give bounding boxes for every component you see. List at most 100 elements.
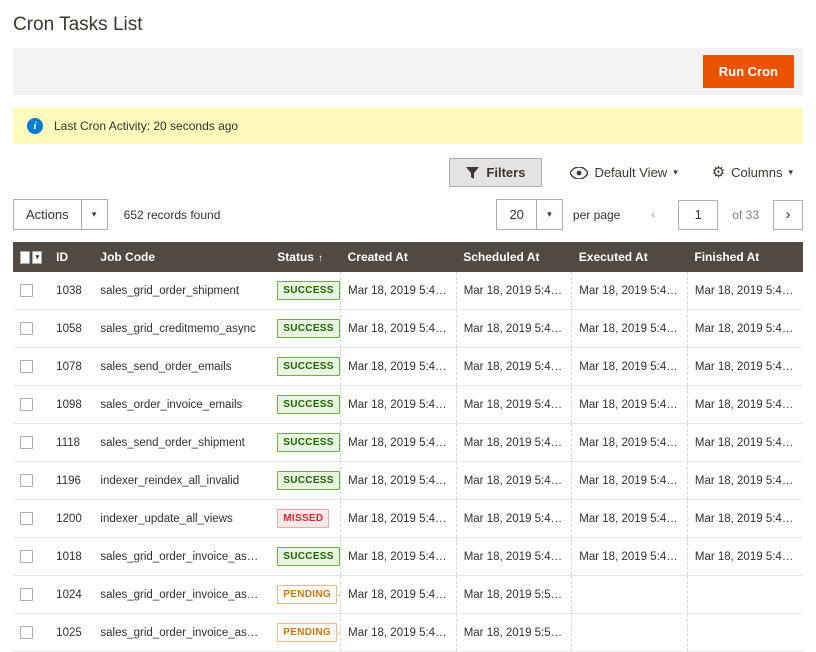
column-header-scheduled-at[interactable]: Scheduled At [456, 242, 572, 272]
row-status-cell: PENDING [270, 614, 340, 652]
table-row[interactable]: 1018 sales_grid_order_invoice_async SUCC… [13, 538, 803, 576]
row-checkbox[interactable] [20, 550, 33, 563]
column-header-label: Created At [348, 250, 408, 264]
row-job-code: sales_grid_order_shipment [93, 272, 270, 310]
column-header-executed-at[interactable]: Executed At [572, 242, 688, 272]
row-checkbox-cell [13, 348, 49, 386]
last-cron-activity-notice: i Last Cron Activity: 20 seconds ago [13, 108, 803, 144]
row-finished-at [687, 614, 803, 652]
row-checkbox[interactable] [20, 360, 33, 373]
page-actions-toolbar: Run Cron [13, 48, 803, 95]
eye-icon [570, 167, 588, 179]
actions-select-caret: ▾ [81, 200, 107, 229]
row-job-code: sales_order_invoice_emails [93, 386, 270, 424]
column-header-status[interactable]: Status↑ [270, 242, 340, 272]
next-page-button[interactable]: › [773, 200, 803, 230]
row-job-code: sales_grid_creditmemo_async [93, 310, 270, 348]
table-row[interactable]: 1196 indexer_reindex_all_invalid SUCCESS… [13, 462, 803, 500]
row-job-code: indexer_update_all_views [93, 500, 270, 538]
row-created-at: Mar 18, 2019 5:47:13 AM [341, 500, 457, 538]
table-row[interactable]: 1118 sales_send_order_shipment SUCCESS M… [13, 424, 803, 462]
row-status-cell: MISSED [270, 500, 340, 538]
row-status-cell: PENDING [270, 576, 340, 614]
row-executed-at: Mar 18, 2019 5:47:20 AM [572, 272, 688, 310]
cron-tasks-table: ▾ ID Job Code Status↑ Created At Schedul… [13, 242, 803, 652]
per-page-value: 20 [497, 200, 535, 229]
table-row[interactable]: 1098 sales_order_invoice_emails SUCCESS … [13, 386, 803, 424]
row-finished-at: Mar 18, 2019 5:47:21 AM [687, 462, 803, 500]
row-executed-at: Mar 18, 2019 5:47:20 AM [572, 538, 688, 576]
row-checkbox[interactable] [20, 626, 33, 639]
row-job-code: indexer_reindex_all_invalid [93, 462, 270, 500]
column-header-label: Scheduled At [463, 250, 539, 264]
pagination-group: 20 ▾ per page ‹ of 33 › [496, 199, 803, 230]
row-checkbox[interactable] [20, 398, 33, 411]
row-checkbox[interactable] [20, 474, 33, 487]
row-scheduled-at: Mar 18, 2019 5:47:00 AM [456, 310, 572, 348]
row-checkbox[interactable] [20, 512, 33, 525]
run-cron-button[interactable]: Run Cron [703, 55, 794, 88]
select-all-dropdown[interactable]: ▾ [32, 251, 42, 264]
row-checkbox-cell [13, 386, 49, 424]
row-checkbox[interactable] [20, 588, 33, 601]
cron-tasks-page: Cron Tasks List Run Cron i Last Cron Act… [0, 0, 816, 652]
row-checkbox-cell [13, 272, 49, 310]
row-checkbox-cell [13, 310, 49, 348]
per-page-label: per page [573, 208, 620, 222]
filters-button[interactable]: Filters [449, 158, 542, 187]
row-created-at: Mar 18, 2019 5:47:11 AM [341, 614, 457, 652]
row-finished-at [687, 576, 803, 614]
row-job-code: sales_send_order_shipment [93, 424, 270, 462]
row-checkbox-cell [13, 424, 49, 462]
row-checkbox[interactable] [20, 284, 33, 297]
info-icon: i [27, 118, 43, 134]
row-executed-at: Mar 18, 2019 5:47:20 AM [572, 386, 688, 424]
table-row[interactable]: 1200 indexer_update_all_views MISSED Mar… [13, 500, 803, 538]
chevron-down-icon: ▾ [547, 210, 552, 219]
row-executed-at: Mar 18, 2019 5:47:20 AM [572, 348, 688, 386]
row-created-at: Mar 18, 2019 5:47:11 AM [341, 576, 457, 614]
actions-select-value: Actions [14, 200, 81, 229]
row-id: 1038 [49, 272, 93, 310]
table-row[interactable]: 1038 sales_grid_order_shipment SUCCESS M… [13, 272, 803, 310]
records-found-text: 652 records found [124, 208, 221, 222]
table-body: 1038 sales_grid_order_shipment SUCCESS M… [13, 272, 803, 652]
default-view-label: Default View [594, 165, 667, 180]
column-header-job-code[interactable]: Job Code [93, 242, 270, 272]
row-checkbox[interactable] [20, 436, 33, 449]
table-row[interactable]: 1078 sales_send_order_emails SUCCESS Mar… [13, 348, 803, 386]
chevron-down-icon: ▾ [673, 168, 678, 177]
column-header-finished-at[interactable]: Finished At [687, 242, 803, 272]
gear-icon: ⚙ [712, 165, 725, 180]
row-scheduled-at: Mar 18, 2019 5:47:00 AM [456, 500, 572, 538]
chevron-down-icon: ▾ [92, 210, 97, 219]
row-created-at: Mar 18, 2019 5:47:11 AM [341, 272, 457, 310]
column-header-id[interactable]: ID [49, 242, 93, 272]
row-finished-at: Mar 18, 2019 5:47:20 AM [687, 272, 803, 310]
columns-button[interactable]: ⚙ Columns ▾ [706, 164, 799, 181]
table-row[interactable]: 1024 sales_grid_order_invoice_async PEND… [13, 576, 803, 614]
per-page-select[interactable]: 20 ▾ [496, 199, 562, 230]
select-all-checkbox[interactable] [20, 251, 30, 264]
grid-controls-bottom: Actions ▾ 652 records found 20 ▾ per pag… [13, 199, 803, 230]
table-row[interactable]: 1058 sales_grid_creditmemo_async SUCCESS… [13, 310, 803, 348]
row-scheduled-at: Mar 18, 2019 5:53:00 AM [456, 576, 572, 614]
previous-page-button[interactable]: ‹ [638, 200, 668, 230]
current-page-input[interactable] [678, 200, 718, 230]
column-header-label: Job Code [100, 250, 155, 264]
column-header-created-at[interactable]: Created At [341, 242, 457, 272]
filters-label: Filters [486, 165, 525, 180]
status-badge: PENDING [277, 585, 337, 604]
row-executed-at: Mar 18, 2019 5:47:20 AM [572, 424, 688, 462]
row-created-at: Mar 18, 2019 5:47:11 AM [341, 424, 457, 462]
row-created-at: Mar 18, 2019 5:47:11 AM [341, 310, 457, 348]
row-checkbox[interactable] [20, 322, 33, 335]
status-badge: SUCCESS [277, 547, 339, 566]
table-row[interactable]: 1025 sales_grid_order_invoice_async PEND… [13, 614, 803, 652]
default-view-button[interactable]: Default View ▾ [564, 164, 683, 181]
row-checkbox-cell [13, 614, 49, 652]
row-status-cell: SUCCESS [270, 348, 340, 386]
table-header: ▾ ID Job Code Status↑ Created At Schedul… [13, 242, 803, 272]
row-scheduled-at: Mar 18, 2019 5:47:00 AM [456, 348, 572, 386]
actions-select[interactable]: Actions ▾ [13, 199, 108, 230]
